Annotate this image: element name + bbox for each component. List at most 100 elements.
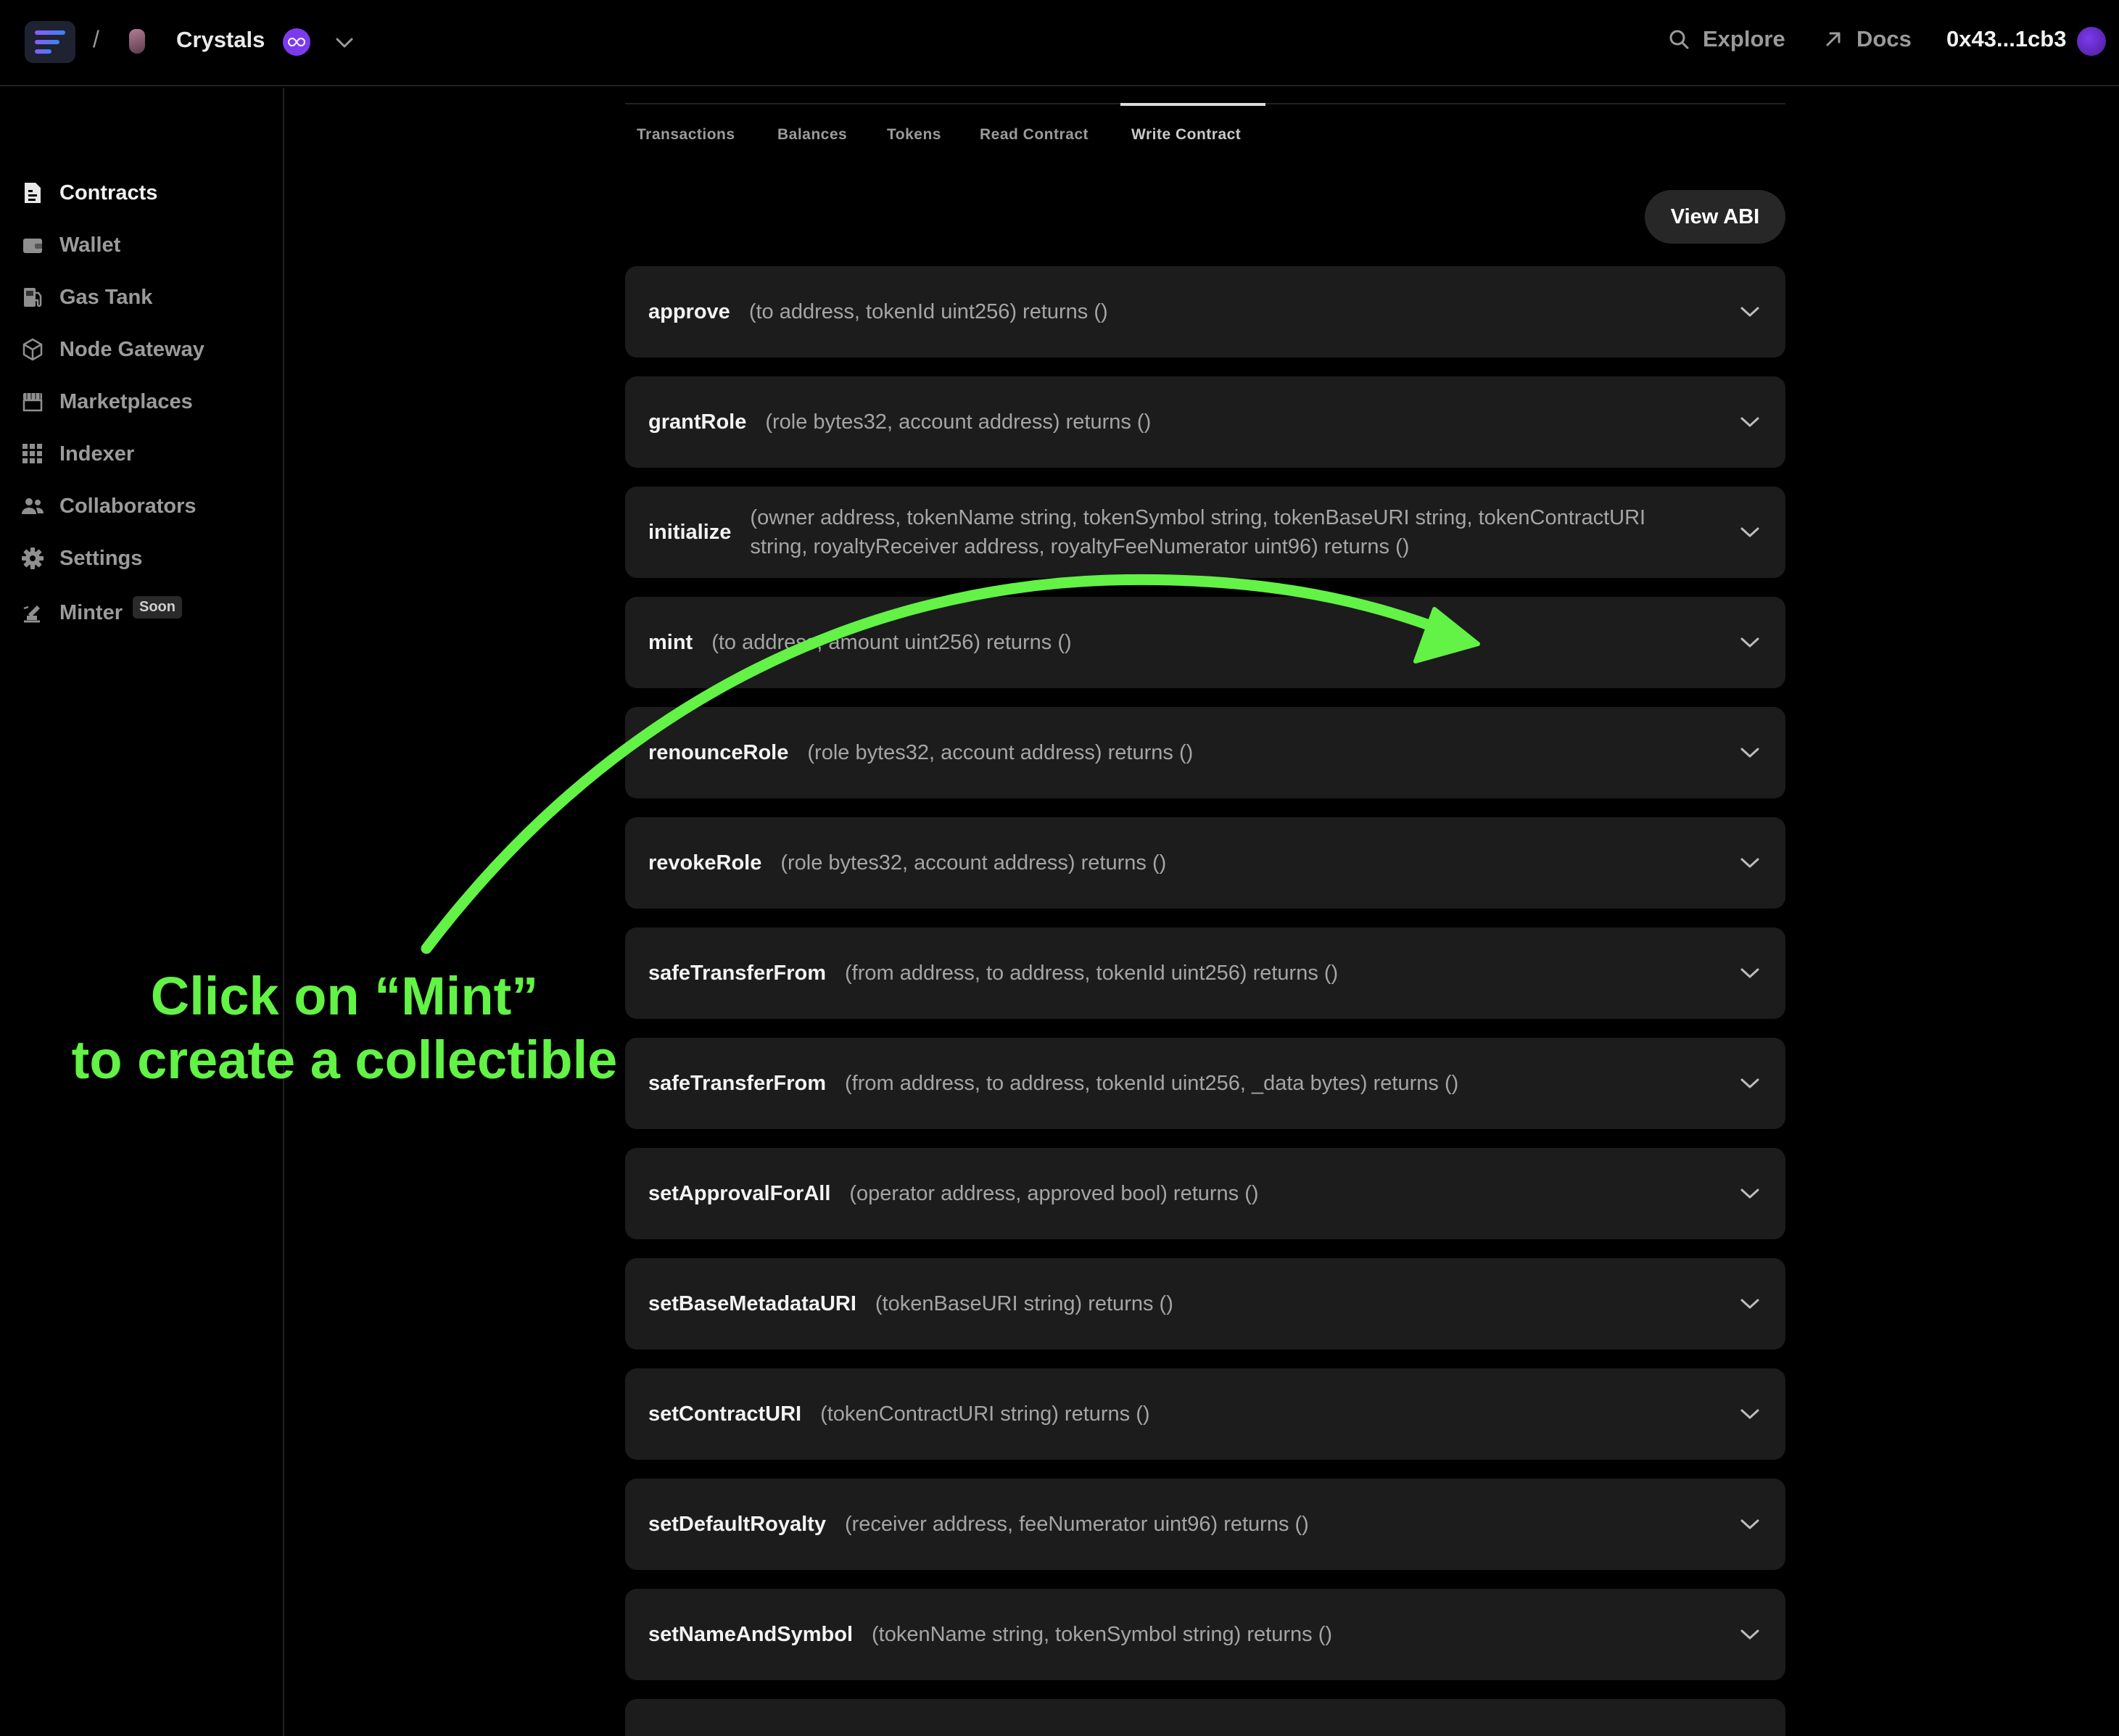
function-row-safetransferfrom-data[interactable]: safeTransferFrom (from address, to addre… [625, 1038, 1785, 1129]
tab-read-contract[interactable]: Read Contract [980, 126, 1089, 144]
docs-link[interactable]: Docs [1823, 26, 1912, 52]
sidebar-item-marketplaces[interactable]: Marketplaces [20, 383, 193, 421]
chevron-down-icon[interactable] [1739, 1407, 1761, 1421]
tab-write-contract[interactable]: Write Contract [1131, 126, 1241, 144]
avatar[interactable] [2077, 27, 2106, 56]
function-signature: (role bytes32, account address) returns … [807, 741, 1194, 764]
function-row-grantrole[interactable]: grantRole (role bytes32, account address… [625, 376, 1785, 468]
tutorial-caption: Click on “Mint” to create a collectible [44, 964, 645, 1092]
explore-link[interactable]: Explore [1668, 26, 1785, 52]
app-logo-icon[interactable] [25, 21, 75, 63]
function-row-setcontracturi[interactable]: setContractURI (tokenContractURI string)… [625, 1368, 1785, 1460]
tab-transactions[interactable]: Transactions [637, 126, 735, 144]
chevron-down-icon[interactable] [1739, 1186, 1761, 1201]
tutorial-caption-line-1: Click on “Mint” [150, 966, 539, 1026]
function-name: safeTransferFrom [648, 1071, 826, 1095]
chevron-down-icon[interactable] [1739, 1297, 1761, 1311]
sidebar-item-wallet[interactable]: Wallet [20, 226, 120, 264]
sidebar-item-label: Settings [59, 546, 143, 570]
function-signature: (role bytes32, account address) returns … [765, 410, 1152, 434]
function-row-revokerole[interactable]: revokeRole (role bytes32, account addres… [625, 817, 1785, 909]
tutorial-caption-line-2: to create a collectible [71, 1030, 618, 1090]
function-name: initialize [648, 520, 732, 544]
sidebar-item-label: Gas Tank [59, 285, 153, 309]
function-name: setDefaultRoyalty [648, 1512, 826, 1536]
function-name: renounceRole [648, 740, 789, 764]
chevron-down-icon[interactable] [1739, 305, 1761, 319]
chevron-down-icon[interactable] [1739, 635, 1761, 650]
function-signature: (owner address, tokenName string, tokenS… [750, 506, 1646, 558]
function-name: mint [648, 630, 693, 654]
chevron-down-icon[interactable] [1739, 1076, 1761, 1091]
search-icon [1669, 30, 1689, 49]
sidebar-item-minter[interactable]: Minter Soon [20, 594, 182, 632]
function-name: setNameAndSymbol [648, 1622, 854, 1646]
tab-balances[interactable]: Balances [777, 126, 847, 144]
function-signature: (receiver address, feeNumerator uint96) … [844, 1513, 1309, 1536]
sidebar-item-node-gateway[interactable]: Node Gateway [20, 331, 205, 368]
function-name: setBaseMetadataURI [648, 1291, 856, 1315]
sidebar-item-collaborators[interactable]: Collaborators [20, 487, 197, 525]
explore-label: Explore [1703, 26, 1785, 51]
sidebar: Contracts Wallet Gas Tank Node Gateway M… [0, 88, 284, 1736]
cube-icon [20, 337, 45, 362]
function-signature: (tokenName string, tokenSymbol string) r… [872, 1623, 1333, 1646]
wallet-address[interactable]: 0x43...1cb3 [1946, 26, 2066, 52]
storefront-icon [20, 389, 45, 414]
function-signature: (tokenBaseURI string) returns () [875, 1292, 1173, 1315]
function-name: approve [648, 299, 730, 323]
docs-label: Docs [1856, 26, 1912, 51]
function-row-approve[interactable]: approve (to address, tokenId uint256) re… [625, 266, 1785, 357]
function-name: grantRole [648, 410, 747, 434]
view-abi-button[interactable]: View ABI [1645, 190, 1785, 244]
function-signature: (from address, to address, tokenId uint2… [845, 1072, 1459, 1095]
function-row-setnameandsymbol[interactable]: setNameAndSymbol (tokenName string, toke… [625, 1589, 1785, 1680]
breadcrumb-separator: / [93, 26, 99, 52]
function-name: revokeRole [648, 851, 762, 875]
project-dropdown-chevron-icon[interactable] [332, 30, 357, 55]
chevron-down-icon[interactable] [1739, 856, 1761, 870]
sidebar-item-settings[interactable]: Settings [20, 540, 142, 577]
function-row-safetransferfrom[interactable]: safeTransferFrom (from address, to addre… [625, 927, 1785, 1019]
function-row-setbasemetadatauri[interactable]: setBaseMetadataURI (tokenBaseURI string)… [625, 1258, 1785, 1349]
function-signature: (tokenContractURI string) returns () [820, 1402, 1150, 1426]
sidebar-item-label: Indexer [59, 442, 135, 466]
sidebar-item-label: Node Gateway [59, 337, 205, 361]
sidebar-item-contracts[interactable]: Contracts [20, 174, 157, 212]
function-row-partial[interactable] [625, 1699, 1785, 1736]
project-thumbnail-icon [129, 29, 145, 54]
sidebar-item-label: Contracts [59, 181, 158, 204]
sidebar-item-label: Wallet [59, 233, 121, 257]
function-signature: (role bytes32, account address) returns … [780, 851, 1167, 875]
function-row-setdefaultroyalty[interactable]: setDefaultRoyalty (receiver address, fee… [625, 1479, 1785, 1570]
top-bar: / Crystals Explore Docs 0x43...1cb3 [0, 0, 2119, 86]
function-name: setContractURI [648, 1402, 802, 1426]
wallet-icon [20, 233, 45, 257]
contract-icon [20, 181, 45, 205]
chain-link-icon [283, 28, 310, 56]
chevron-down-icon[interactable] [1739, 745, 1761, 760]
chevron-down-icon[interactable] [1739, 966, 1761, 980]
function-signature: (operator address, approved bool) return… [849, 1182, 1259, 1205]
function-row-mint[interactable]: mint (to address, amount uint256) return… [625, 597, 1785, 688]
function-name: setApprovalForAll [648, 1181, 831, 1205]
sidebar-item-gas-tank[interactable]: Gas Tank [20, 278, 152, 316]
function-signature: (to address, amount uint256) returns () [711, 631, 1072, 654]
function-row-renouncerole[interactable]: renounceRole (role bytes32, account addr… [625, 707, 1785, 798]
chevron-down-icon[interactable] [1739, 525, 1761, 540]
chevron-down-icon[interactable] [1739, 415, 1761, 429]
chevron-down-icon[interactable] [1739, 1627, 1761, 1642]
users-icon [20, 494, 45, 518]
sidebar-item-label: Collaborators [59, 494, 197, 518]
function-signature: (from address, to address, tokenId uint2… [845, 962, 1339, 985]
project-name[interactable]: Crystals [176, 27, 265, 53]
sidebar-item-indexer[interactable]: Indexer [20, 435, 134, 473]
function-row-setapprovalforall[interactable]: setApprovalForAll (operator address, app… [625, 1148, 1785, 1239]
chevron-down-icon[interactable] [1739, 1517, 1761, 1532]
soon-badge: Soon [133, 595, 182, 619]
tab-tokens[interactable]: Tokens [887, 126, 941, 144]
arrow-up-right-icon [1826, 32, 1841, 46]
function-row-initialize[interactable]: initialize (owner address, tokenName str… [625, 487, 1785, 578]
function-signature: (to address, tokenId uint256) returns () [748, 300, 1108, 323]
sidebar-item-label: Marketplaces [59, 389, 193, 413]
